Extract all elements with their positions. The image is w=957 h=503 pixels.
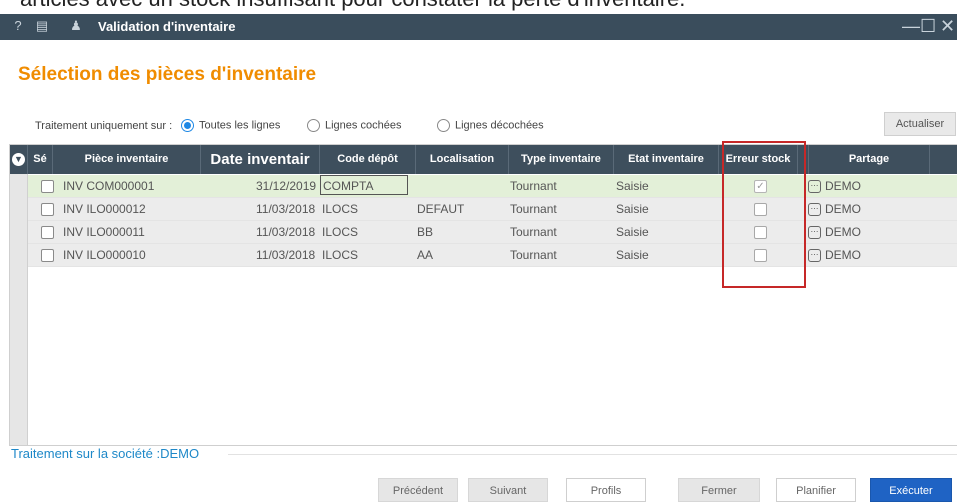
share-icon[interactable]: ⋯ bbox=[808, 180, 821, 193]
close-button[interactable]: Fermer bbox=[678, 478, 760, 502]
cell-state: Saisie bbox=[616, 202, 649, 216]
cell-share: DEMO bbox=[825, 202, 861, 216]
window-title: Validation d'inventaire bbox=[98, 19, 236, 34]
company-text: Traitement sur la société :DEMO bbox=[11, 446, 200, 461]
profiles-button[interactable]: Profils bbox=[566, 478, 646, 502]
table-row[interactable]: INV ILO000012 11/03/2018 ILOCS DEFAUT To… bbox=[28, 198, 957, 221]
next-button[interactable]: Suivant bbox=[468, 478, 548, 502]
section-title: Sélection des pièces d'inventaire bbox=[18, 64, 317, 85]
radio-label: Toutes les lignes bbox=[199, 119, 281, 132]
cell-piece: INV ILO000012 bbox=[63, 202, 146, 216]
execute-button[interactable]: Exécuter bbox=[870, 478, 952, 502]
cell-depot: ILOCS bbox=[322, 225, 359, 239]
col-date[interactable]: Date inventair bbox=[201, 145, 320, 174]
table-row[interactable]: INV ILO000011 11/03/2018 ILOCS BB Tourna… bbox=[28, 221, 957, 244]
error-column-highlight bbox=[722, 141, 806, 288]
radio-unchecked-lines[interactable]: Lignes décochées bbox=[437, 119, 544, 132]
document-icon[interactable]: ▤ bbox=[34, 18, 50, 34]
cell-depot-editor[interactable]: COMPTA bbox=[320, 175, 408, 195]
row-checkbox[interactable] bbox=[41, 249, 54, 262]
table-row[interactable]: INV ILO000010 11/03/2018 ILOCS AA Tourna… bbox=[28, 244, 957, 267]
cell-state: Saisie bbox=[616, 248, 649, 262]
cell-date: 31/12/2019 bbox=[256, 179, 317, 193]
cell-date: 11/03/2018 bbox=[256, 202, 316, 216]
cell-type: Tournant bbox=[510, 179, 557, 193]
cell-state: Saisie bbox=[616, 179, 649, 193]
caption-text: articles avec un stock insuffisant pour … bbox=[20, 0, 685, 12]
row-checkbox[interactable] bbox=[41, 203, 54, 216]
grid-header: ▼ Sé Pièce inventaire Date inventair Cod… bbox=[10, 145, 957, 174]
cell-type: Tournant bbox=[510, 225, 557, 239]
share-icon[interactable]: ⋯ bbox=[808, 203, 821, 216]
cell-piece: INV ILO000010 bbox=[63, 248, 146, 262]
cell-depot: ILOCS bbox=[322, 202, 359, 216]
window-titlebar: ? ▤ ♟ Validation d'inventaire — ☐ ✕ bbox=[0, 14, 957, 40]
cell-date: 11/03/2018 bbox=[256, 225, 316, 239]
cell-state: Saisie bbox=[616, 225, 649, 239]
cell-date: 11/03/2018 bbox=[256, 248, 316, 262]
cell-location: AA bbox=[417, 248, 434, 262]
col-share[interactable]: Partage bbox=[809, 145, 930, 174]
help-icon[interactable]: ? bbox=[10, 18, 26, 34]
row-checkbox[interactable] bbox=[41, 180, 54, 193]
filter-label: Traitement uniquement sur : bbox=[35, 120, 173, 132]
maximize-icon[interactable]: ☐ bbox=[920, 15, 936, 37]
table-row[interactable]: INV COM000001 31/12/2019 COMPTA Tournant… bbox=[28, 175, 957, 198]
cell-share: DEMO bbox=[825, 248, 861, 262]
share-icon[interactable]: ⋯ bbox=[808, 226, 821, 239]
row-selector-gutter bbox=[10, 174, 28, 445]
col-state[interactable]: Etat inventaire bbox=[614, 145, 719, 174]
caption-strip: articles avec un stock insuffisant pour … bbox=[0, 0, 957, 14]
cell-share: DEMO bbox=[825, 179, 861, 193]
schedule-button[interactable]: Planifier bbox=[776, 478, 856, 502]
col-select[interactable]: Sé bbox=[28, 145, 53, 174]
cell-piece: INV COM000001 bbox=[63, 179, 155, 193]
minimize-icon[interactable]: — bbox=[902, 15, 920, 37]
refresh-button[interactable]: Actualiser bbox=[884, 112, 956, 136]
user-stock-icon: ♟ bbox=[70, 18, 82, 33]
share-icon[interactable]: ⋯ bbox=[808, 249, 821, 262]
radio-checked-lines[interactable]: Lignes cochées bbox=[307, 119, 401, 132]
cell-location: DEFAUT bbox=[417, 202, 465, 216]
col-depot[interactable]: Code dépôt bbox=[320, 145, 416, 174]
chevron-down-icon: ▼ bbox=[12, 153, 25, 166]
inventory-grid: ▼ Sé Pièce inventaire Date inventair Cod… bbox=[9, 144, 957, 446]
col-type[interactable]: Type inventaire bbox=[509, 145, 614, 174]
cell-share: DEMO bbox=[825, 225, 861, 239]
radio-label: Lignes cochées bbox=[325, 119, 402, 132]
close-icon[interactable]: ✕ bbox=[940, 15, 955, 37]
radio-selected-icon bbox=[181, 119, 194, 132]
radio-icon bbox=[307, 119, 320, 132]
radio-icon bbox=[437, 119, 450, 132]
cell-depot: ILOCS bbox=[322, 248, 359, 262]
radio-label: Lignes décochées bbox=[455, 119, 544, 132]
radio-all-lines[interactable]: Toutes les lignes bbox=[181, 119, 280, 132]
cell-type: Tournant bbox=[510, 202, 557, 216]
previous-button[interactable]: Précédent bbox=[378, 478, 458, 502]
col-location[interactable]: Localisation bbox=[416, 145, 509, 174]
col-piece[interactable]: Pièce inventaire bbox=[53, 145, 201, 174]
cell-location: BB bbox=[417, 225, 434, 239]
row-checkbox[interactable] bbox=[41, 226, 54, 239]
cell-type: Tournant bbox=[510, 248, 557, 262]
select-all-toggle[interactable]: ▼ bbox=[10, 145, 28, 174]
divider bbox=[228, 454, 957, 455]
cell-piece: INV ILO000011 bbox=[63, 225, 145, 239]
